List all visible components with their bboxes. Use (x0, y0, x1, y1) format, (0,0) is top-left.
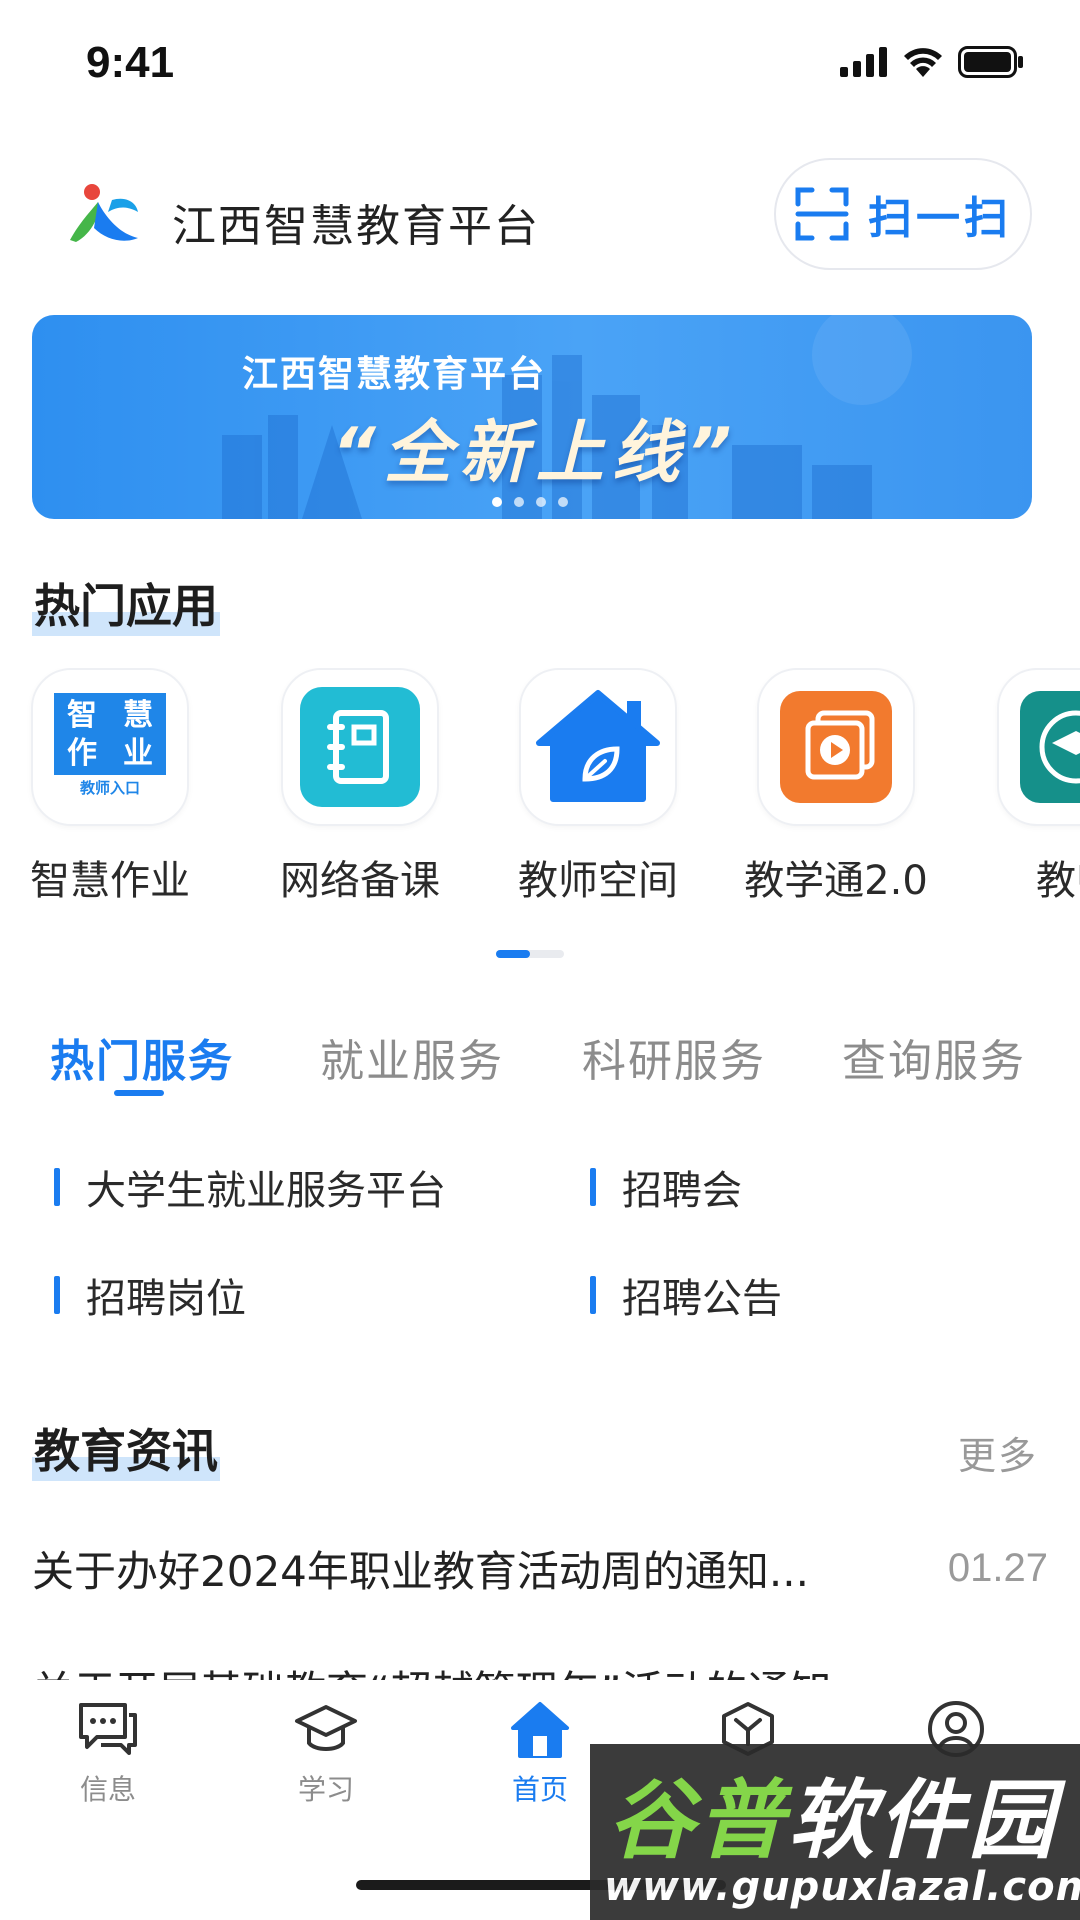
app-label: 教师 (1036, 858, 1080, 904)
tab-hot-services[interactable]: 热门服务 (50, 1025, 234, 1089)
watermark-logo: 谷普软件园 www.gupuxlazal.com (590, 1744, 1080, 1920)
service-item[interactable]: 招聘会 (590, 1158, 742, 1216)
tabbar-item-home[interactable]: 首页 (470, 1696, 610, 1808)
app-label: 教师空间 (518, 858, 678, 904)
notebook-icon (300, 687, 420, 807)
message-icon (79, 1703, 137, 1755)
battery-icon (958, 46, 1023, 78)
app-title: 江西智慧教育平台 (172, 201, 540, 252)
app-item-teacher-partial[interactable]: 教师 (976, 668, 1080, 906)
banner-dot[interactable] (492, 497, 502, 507)
tabbar-label: 信息 (79, 1773, 136, 1806)
news-item-title: 关于办好2024年职业教育活动周的通知... (32, 1547, 809, 1596)
banner-carousel[interactable]: 江西智慧教育平台 “全新上线” (32, 315, 1032, 519)
watermark-text-white: 软件园 (788, 1771, 1058, 1871)
banner-dot[interactable] (558, 497, 568, 507)
watermark-text: 谷普软件园 (608, 1750, 1058, 1875)
app-item-teaching-tong[interactable]: 教学通2.0 (736, 668, 936, 906)
news-title: 教育资讯 (32, 1415, 220, 1481)
icon-char: 智 (67, 698, 97, 733)
service-label: 招聘会 (622, 1168, 742, 1214)
banner-dot[interactable] (514, 497, 524, 507)
service-item[interactable]: 招聘岗位 (54, 1266, 246, 1324)
service-label: 大学生就业服务平台 (86, 1168, 446, 1214)
tab-query-services[interactable]: 查询服务 (842, 1025, 1026, 1089)
tabbar-item-study[interactable]: 学习 (256, 1696, 396, 1808)
video-slides-icon (780, 691, 892, 803)
service-bullet (590, 1168, 596, 1206)
tab-employment-services[interactable]: 就业服务 (320, 1025, 504, 1089)
scan-icon (795, 187, 849, 241)
icon-char: 慧 (123, 698, 153, 733)
banner-dot[interactable] (536, 497, 546, 507)
watermark-text-green: 谷普 (608, 1771, 788, 1871)
app-label: 智慧作业 (30, 858, 190, 904)
service-bullet (54, 1276, 60, 1314)
apps-page-indicator (496, 950, 564, 958)
icon-char: 业 (123, 736, 153, 771)
status-time: 9:41 (86, 38, 175, 87)
graduation-cap-icon (1020, 691, 1080, 803)
service-bullet (54, 1168, 60, 1206)
app-label: 网络备课 (280, 858, 440, 904)
apps-page-indicator-fill (496, 950, 530, 958)
app-item-teacher-space[interactable]: 教师空间 (498, 668, 698, 906)
service-tabs: 热门服务 就业服务 科研服务 查询服务 (0, 1025, 1080, 1125)
app-logo (70, 184, 138, 242)
status-bar: 9:41 (0, 0, 1080, 120)
news-item[interactable]: 关于办好2024年职业教育活动周的通知... 01.27 (32, 1538, 1048, 1599)
hot-apps-list: 智 慧 作 业 教师入口 智慧作业 网络备课 教师空间 教学通2.0 教 (0, 668, 1080, 908)
app-item-smart-homework[interactable]: 智 慧 作 业 教师入口 智慧作业 (10, 668, 210, 906)
banner-subtitle: 江西智慧教育平台 (242, 354, 547, 395)
watermark-url: www.gupuxlazal.com (604, 1864, 1080, 1910)
cellular-signal-icon (840, 47, 887, 77)
banner-headline: “全新上线” (332, 414, 740, 493)
scan-label: 扫一扫 (868, 193, 1012, 244)
home-icon (511, 1702, 569, 1758)
service-label: 招聘岗位 (86, 1276, 246, 1322)
tabbar-label: 学习 (297, 1773, 354, 1806)
wifi-icon (904, 48, 942, 77)
status-icons (840, 46, 1024, 78)
news-item-date: 01.27 (947, 1546, 1048, 1590)
tabbar-item-messages[interactable]: 信息 (38, 1696, 178, 1808)
service-label: 招聘公告 (622, 1276, 782, 1322)
app-header: 江西智慧教育平台 扫一扫 (0, 150, 1080, 280)
icon-caption: 教师入口 (54, 775, 166, 801)
app-item-online-lesson-prep[interactable]: 网络备课 (260, 668, 460, 906)
icon-char: 作 (67, 736, 97, 771)
active-tab-underline (114, 1090, 164, 1096)
news-more-link[interactable]: 更多 (958, 1425, 1038, 1480)
tab-research-services[interactable]: 科研服务 (582, 1025, 766, 1089)
tabbar-label: 首页 (511, 1773, 568, 1806)
smart-homework-icon: 智 慧 作 业 教师入口 (54, 693, 166, 801)
banner-pagination (492, 497, 568, 507)
scan-button[interactable]: 扫一扫 (774, 158, 1032, 270)
service-bullet (590, 1276, 596, 1314)
service-item[interactable]: 大学生就业服务平台 (54, 1158, 446, 1216)
app-label: 教学通2.0 (744, 858, 928, 904)
hot-apps-title: 热门应用 (32, 570, 220, 636)
graduation-cap-icon (295, 1705, 357, 1751)
house-leaf-icon (536, 690, 660, 802)
service-item[interactable]: 招聘公告 (590, 1266, 782, 1324)
